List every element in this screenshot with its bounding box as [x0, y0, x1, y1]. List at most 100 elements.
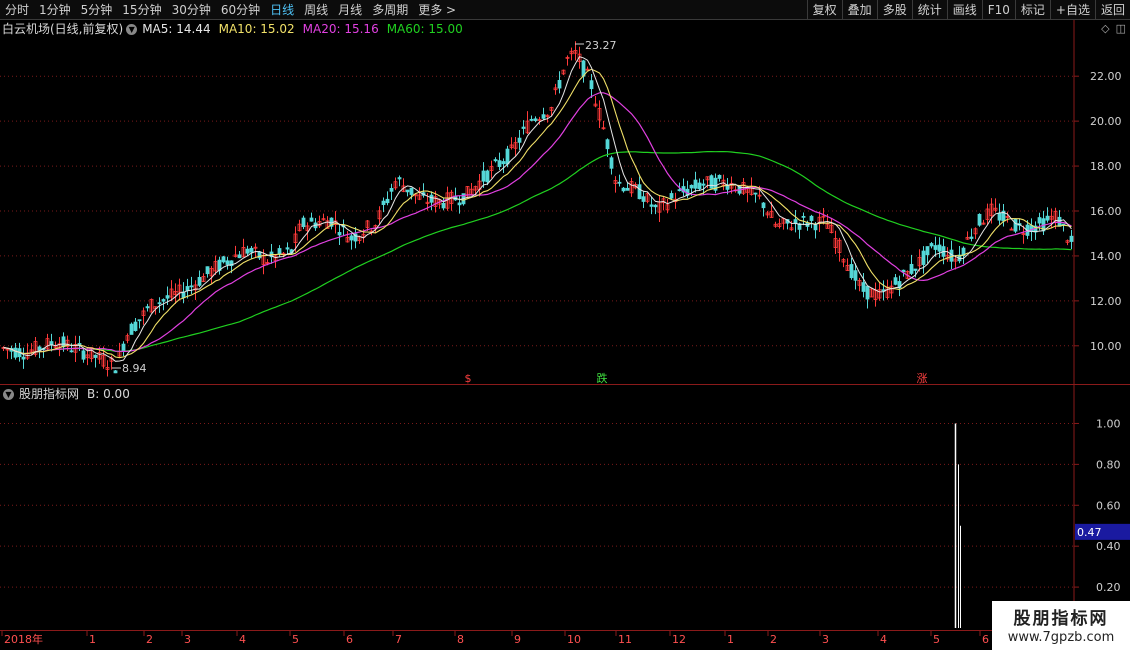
ma-label: MA10: 15.02	[218, 22, 295, 36]
tool-button[interactable]: 标记	[1014, 0, 1050, 20]
indicator-settings-icon[interactable]: ▼	[3, 388, 14, 400]
candle-up	[825, 223, 830, 229]
tool-button[interactable]: 多股	[876, 0, 912, 20]
period-tab[interactable]: 分时	[0, 0, 34, 20]
tool-button[interactable]: 返回	[1094, 0, 1130, 20]
candle-down	[129, 323, 134, 335]
tool-button[interactable]: 叠加	[841, 0, 877, 20]
date-label: 2	[770, 633, 777, 646]
candle-down	[313, 222, 318, 229]
candle-down	[61, 336, 66, 348]
candle-up	[433, 196, 438, 207]
date-label: 4	[880, 633, 887, 646]
candle-up	[549, 107, 554, 111]
period-tab[interactable]: 60分钟	[216, 0, 265, 20]
diamond-icon[interactable]: ◇	[1101, 22, 1109, 35]
candle-down	[381, 200, 386, 205]
date-label: 9	[514, 633, 521, 646]
candle-down	[801, 215, 806, 218]
candle-down	[937, 244, 942, 252]
period-tab[interactable]: 30分钟	[167, 0, 216, 20]
candle-down	[881, 289, 886, 292]
candle-up	[1, 347, 6, 349]
candle-down	[81, 350, 86, 360]
kline-chart: 22.00 20.00 18.00 16.00 14.00 12.00 10.00 1.00 0…	[0, 20, 1130, 646]
period-tab[interactable]: 日线	[265, 0, 299, 20]
candle-up	[177, 284, 182, 293]
period-tab[interactable]: 1分钟	[34, 0, 76, 20]
candle-up	[537, 119, 542, 122]
candle-down	[161, 299, 166, 302]
candle-down	[309, 217, 314, 222]
candle-down	[441, 202, 446, 209]
candle-down	[137, 319, 142, 322]
candle-down	[285, 247, 290, 250]
tool-button[interactable]: 统计	[911, 0, 947, 20]
period-tab[interactable]: 周线	[299, 0, 333, 20]
tool-button[interactable]: F10	[981, 0, 1015, 20]
signal-marker: 涨	[917, 372, 928, 385]
candle-up	[873, 289, 878, 300]
settings-icon[interactable]: ▼	[126, 23, 138, 35]
candle-down	[289, 249, 294, 254]
candle-down	[785, 219, 790, 224]
candle-down	[37, 346, 42, 351]
date-label: 10	[567, 633, 581, 646]
period-tab[interactable]: 15分钟	[117, 0, 166, 20]
candle-up	[1049, 215, 1054, 220]
candle-up	[769, 210, 774, 218]
period-tab[interactable]: 月线	[333, 0, 367, 20]
candle-down	[225, 260, 230, 265]
tool-button[interactable]: 画线	[946, 0, 982, 20]
candle-down	[221, 256, 226, 263]
date-label: 3	[184, 633, 191, 646]
candle-down	[693, 179, 698, 189]
candle-up	[545, 114, 550, 118]
candle-down	[625, 187, 630, 191]
candle-up	[401, 185, 406, 192]
candle-up	[469, 188, 474, 195]
candle-down	[581, 60, 586, 77]
candle-up	[645, 193, 650, 202]
candle-down	[713, 177, 718, 191]
candle-up	[885, 286, 890, 298]
ma20-line	[3, 92, 1072, 355]
candle-up	[729, 182, 734, 189]
candle-up	[105, 367, 110, 370]
tool-button[interactable]: 复权	[806, 0, 842, 20]
candle-down	[1017, 223, 1022, 226]
period-tab[interactable]: 更多 >	[413, 0, 461, 20]
candle-down	[1013, 218, 1018, 232]
tool-buttons: 复权 叠加 多股 统计 画线 F10 标记 +自选 返回	[806, 0, 1130, 20]
candle-up	[33, 341, 38, 355]
period-tab[interactable]: 5分钟	[76, 0, 118, 20]
tool-button[interactable]: +自选	[1049, 0, 1095, 20]
candle-up	[593, 103, 598, 107]
date-label: 6	[346, 633, 353, 646]
candle-up	[833, 238, 838, 248]
candle-down	[725, 185, 730, 190]
candle-down	[957, 254, 962, 262]
candle-down	[621, 187, 626, 192]
period-tab[interactable]: 多周期	[367, 0, 413, 20]
candle-up	[569, 50, 574, 55]
candle-down	[641, 196, 646, 202]
candle-down	[405, 189, 410, 193]
low-price-label: 8.94	[122, 362, 147, 375]
candle-down	[901, 269, 906, 273]
candle-down	[197, 277, 202, 286]
candle-up	[305, 225, 310, 232]
signal-marker: 跌	[597, 371, 608, 385]
candle-down	[997, 213, 1002, 221]
candle-up	[101, 355, 106, 367]
candle-up	[633, 184, 638, 189]
candle-up	[29, 349, 34, 353]
candle-up	[973, 228, 978, 235]
date-label: 2	[146, 633, 153, 646]
candle-up	[25, 352, 30, 359]
panel-toggle-icon[interactable]: ◫	[1116, 22, 1126, 35]
candle-up	[89, 347, 94, 359]
candle-up	[445, 192, 450, 209]
date-label: 6	[982, 633, 989, 646]
candle-up	[877, 289, 882, 299]
